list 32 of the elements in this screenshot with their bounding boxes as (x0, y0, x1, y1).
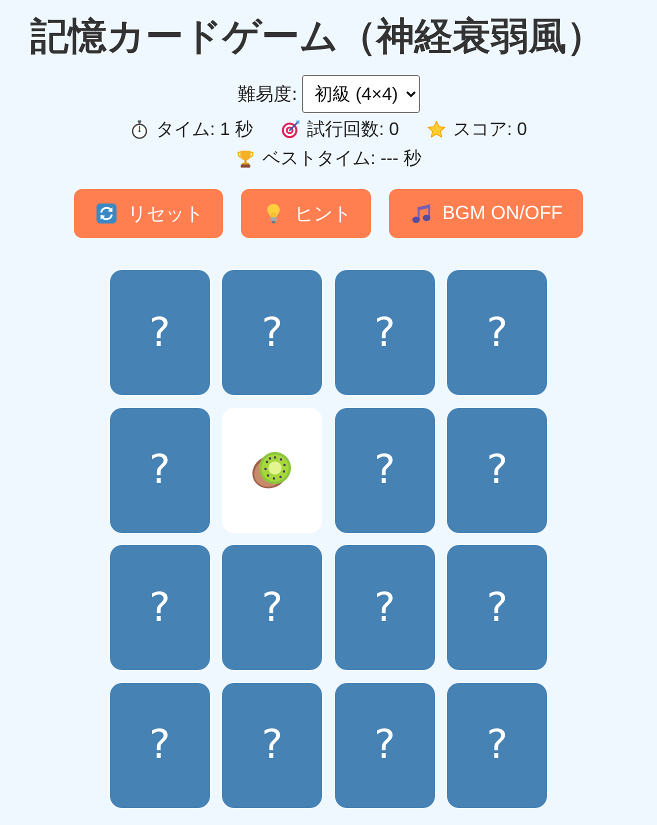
face-down-card[interactable]: ? (222, 545, 322, 670)
reset-button[interactable]: リセット (74, 189, 224, 238)
stat-text: 試行回数: 0 (306, 118, 399, 142)
face-down-card[interactable]: ? (110, 682, 210, 808)
stat-text: タイム: 1 秒 (156, 118, 253, 142)
face-down-card[interactable]: ? (222, 682, 322, 808)
face-down-card[interactable]: ? (110, 270, 210, 396)
face-down-card[interactable]: ? (334, 682, 435, 808)
face-down-card[interactable]: ? (447, 682, 548, 808)
page-title: 記憶カードゲーム（神経衰弱風） (30, 13, 606, 60)
bgm-toggle-button[interactable]: BGM ON/OFF (389, 189, 583, 238)
hint-button[interactable]: ヒント (241, 189, 372, 238)
face-down-card[interactable]: ? (334, 408, 435, 533)
face-down-card[interactable]: ? (447, 270, 548, 396)
target-icon (280, 120, 300, 139)
face-down-card[interactable]: ? (110, 545, 210, 670)
stat-text: スコア: 0 (453, 118, 528, 142)
face-down-card[interactable]: ? (447, 545, 548, 670)
stopwatch-icon (130, 120, 149, 139)
face-down-card[interactable]: ? (222, 270, 322, 396)
face-down-card[interactable]: ? (110, 408, 210, 533)
trophy-icon (236, 148, 254, 168)
difficulty-select[interactable]: 初級 (4×4) (302, 75, 420, 114)
face-down-card[interactable]: ? (334, 545, 435, 670)
best-time-text: ベストタイム: --- 秒 (262, 147, 422, 170)
music-notes-icon (411, 203, 432, 224)
difficulty-label: 難易度: (237, 83, 298, 106)
face-up-card[interactable] (222, 408, 322, 533)
face-down-card[interactable]: ? (447, 408, 548, 533)
face-down-card[interactable]: ? (334, 270, 435, 396)
refresh-icon (96, 203, 118, 224)
star-icon (427, 120, 446, 139)
